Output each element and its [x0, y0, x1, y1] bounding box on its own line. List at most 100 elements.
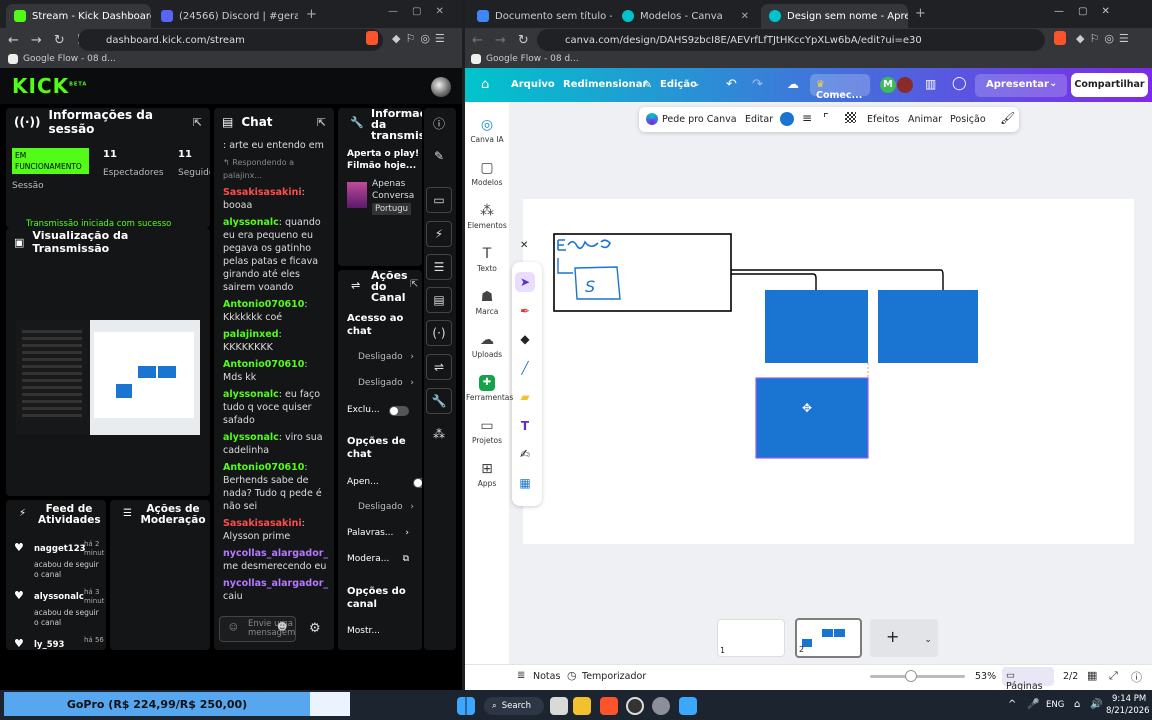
blue-rectangle[interactable]: [765, 290, 868, 363]
chat-username[interactable]: nycollas_alargador_1828: [223, 578, 329, 589]
expand-icon[interactable]: ⇱: [193, 116, 202, 129]
row-value: Desligado: [358, 502, 403, 512]
zoom-slider[interactable]: [870, 675, 965, 678]
wrench-icon[interactable]: 🔧: [426, 388, 452, 414]
chat-option-row[interactable]: Desligado ›: [358, 502, 414, 512]
sidebar-item[interactable]: ☁ Uploads: [466, 332, 508, 359]
chat-access-row[interactable]: Desligado ›: [358, 352, 414, 362]
settings-icon[interactable]: [652, 697, 670, 715]
stream-preview-image[interactable]: [16, 320, 200, 435]
avatar[interactable]: [431, 77, 451, 97]
feed-user[interactable]: alyssonalc: [34, 592, 84, 602]
chat-username[interactable]: nycollas_alargador_1828: [223, 548, 329, 559]
sketch-scribble: [557, 239, 611, 251]
sidebar-item[interactable]: ⁂ Elementos: [466, 203, 508, 230]
page-thumbnail-2[interactable]: 2: [795, 618, 862, 658]
sidebar-item[interactable]: ◎ Canva IA: [466, 117, 508, 144]
logo-sup: BETA: [69, 81, 88, 88]
broadcast-icon[interactable]: (·): [426, 320, 452, 346]
list-icon[interactable]: ☰: [426, 254, 452, 280]
task-view-icon[interactable]: [550, 697, 568, 715]
moderation-row[interactable]: Modera... ⧉: [347, 554, 409, 564]
extension-icons[interactable]: ◆⚐◎☰: [392, 32, 450, 45]
grid-view-icon[interactable]: ▦: [1087, 669, 1097, 682]
words-row[interactable]: Palavras... ›: [347, 528, 409, 538]
clock-time[interactable]: 9:14 PM: [1112, 694, 1146, 704]
file-explorer-icon[interactable]: [573, 697, 591, 715]
zoom-value[interactable]: 53%: [975, 671, 996, 682]
sidebar-item[interactable]: ☗ Marca: [466, 289, 508, 316]
sidebar-item[interactable]: ✚ Ferramentas: [466, 375, 513, 402]
sidebar-item[interactable]: ⊞ Apps: [466, 461, 508, 488]
chat-username[interactable]: alyssonalc: [223, 389, 279, 400]
chevron-down-icon[interactable]: ⌄: [924, 635, 932, 645]
blue-rectangle[interactable]: [878, 290, 978, 363]
add-page-button[interactable]: + ⌄: [870, 619, 938, 657]
chat-username[interactable]: Antonio070610: [223, 462, 304, 473]
feed-user[interactable]: nagget123: [34, 544, 86, 554]
monitor-icon[interactable]: ▭: [426, 187, 452, 213]
mostr-label: Mostr...: [347, 626, 380, 636]
tab-discord[interactable]: (24566) Discord | #geral | PBPI ✕: [153, 4, 298, 28]
sidebar-item[interactable]: ▭ Projetos: [466, 418, 508, 445]
taskbar-search[interactable]: ⌕ Search: [484, 697, 544, 715]
chevron-right-icon: ›: [410, 352, 414, 362]
apen-toggle[interactable]: [412, 478, 422, 488]
tray-chevron-icon[interactable]: ^: [1008, 699, 1016, 710]
brave-icon[interactable]: [366, 31, 378, 45]
chat-username[interactable]: Sasakisasakini: [223, 518, 302, 529]
notes-button[interactable]: Notas: [533, 671, 560, 682]
exclusive-toggle[interactable]: [389, 406, 409, 416]
chat-username[interactable]: Antonio070610: [223, 359, 304, 370]
network-icon[interactable]: ⌂: [1074, 699, 1080, 710]
send-icon[interactable]: ☻: [277, 622, 287, 633]
info-icon[interactable]: ⓘ: [426, 110, 452, 136]
page-thumbnail-1[interactable]: 1: [717, 619, 785, 657]
chat-access-row[interactable]: Desligado ›: [358, 378, 414, 388]
feed-user[interactable]: ly_593: [34, 640, 64, 650]
new-tab-icon[interactable]: +: [306, 7, 317, 22]
chat-username[interactable]: Sasakisasakini: [223, 187, 302, 198]
window-controls[interactable]: —▢✕: [388, 6, 458, 17]
windows-start-icon[interactable]: [457, 697, 475, 715]
apps-icon[interactable]: ⁂: [426, 421, 452, 447]
blue-rectangle-selected[interactable]: [755, 377, 869, 459]
chat-settings-icon[interactable]: ⚙: [309, 621, 321, 636]
left-browser-window: Stream - Kick Dashboard ✕ (24566) Discor…: [0, 0, 462, 690]
session-panel: ((·)) Informações da sessão ⇱ EM FUNCIONAM…: [6, 108, 210, 228]
expand-icon[interactable]: ⇱: [410, 279, 418, 290]
emote-icon[interactable]: ☺: [229, 624, 238, 633]
sidebar-item[interactable]: T Texto: [466, 246, 508, 273]
zoom-slider-thumb[interactable]: [905, 670, 917, 682]
microphone-icon[interactable]: 🎤: [1027, 699, 1039, 710]
sliders-icon[interactable]: ⇌: [426, 354, 452, 380]
app-icon[interactable]: [679, 697, 697, 715]
fullscreen-icon[interactable]: ⤢: [1109, 669, 1118, 683]
bookmark-item[interactable]: Google Flow - 08 d...: [8, 51, 116, 67]
brave-taskbar-icon[interactable]: [600, 697, 618, 715]
chat-bubble-icon[interactable]: ▤: [426, 287, 452, 313]
chat-username[interactable]: palajinxed: [223, 329, 279, 340]
chat-username[interactable]: Antonio070610: [223, 299, 304, 310]
volume-icon[interactable]: 🔊: [1090, 699, 1102, 710]
sidebar-item[interactable]: ▢ Modelos: [466, 160, 508, 187]
expand-icon[interactable]: ⇱: [317, 116, 326, 129]
tab-kick[interactable]: Stream - Kick Dashboard ✕: [6, 4, 151, 28]
address-bar[interactable]: dashboard.kick.com/stream: [78, 29, 383, 51]
back-icon[interactable]: ←: [8, 33, 19, 48]
reload-icon[interactable]: ↻: [54, 33, 65, 48]
help-icon[interactable]: ⓘ: [1131, 669, 1142, 685]
clock-date[interactable]: 8/21/2026: [1106, 706, 1150, 716]
chat-username[interactable]: alyssonalc: [223, 432, 279, 443]
bolt-icon[interactable]: ⚡: [426, 221, 452, 247]
gopro-banner[interactable]: GoPro (R$ 224,99/R$ 250,00): [4, 692, 350, 716]
obs-icon[interactable]: [626, 697, 644, 715]
chat-username[interactable]: alyssonalc: [223, 217, 279, 228]
timer-button[interactable]: Temporizador: [582, 671, 646, 682]
forward-icon[interactable]: →: [31, 33, 42, 48]
pages-button[interactable]: ▭ Páginas: [1002, 667, 1054, 692]
language-indicator[interactable]: ENG: [1046, 700, 1064, 710]
feed-time: há 2 minut: [84, 540, 105, 557]
pen-icon[interactable]: ✎: [426, 143, 452, 169]
kick-logo[interactable]: KICKBETA: [12, 74, 87, 98]
